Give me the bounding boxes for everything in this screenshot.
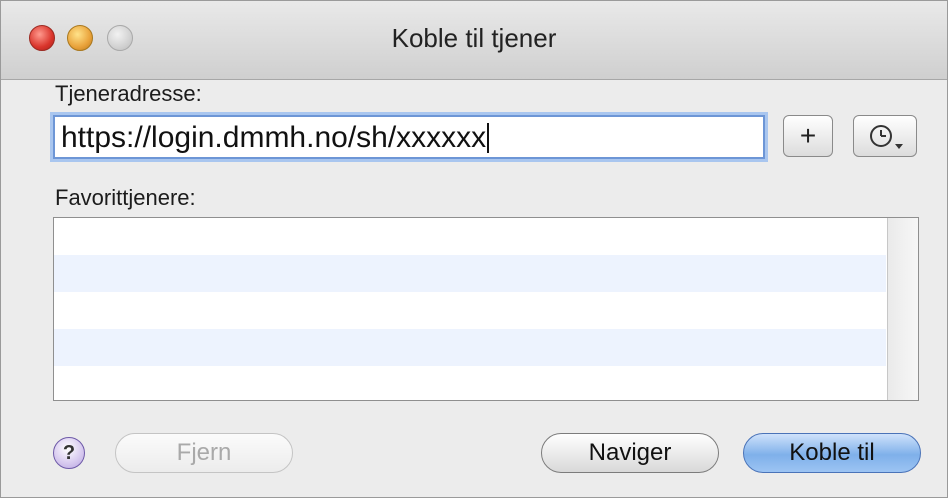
list-row[interactable]	[54, 366, 886, 400]
list-row[interactable]	[54, 218, 886, 255]
help-button[interactable]: ?	[53, 437, 85, 469]
server-address-value: https://login.dmmh.no/sh/xxxxxx	[61, 121, 487, 154]
remove-button[interactable]: Fjern	[115, 433, 293, 473]
window-title: Koble til tjener	[391, 23, 557, 53]
server-address-input[interactable]: https://login.dmmh.no/sh/xxxxxx	[53, 115, 765, 159]
list-row[interactable]	[54, 329, 886, 366]
text-caret	[487, 123, 490, 153]
plus-icon: +	[799, 120, 817, 151]
server-address-label: Tjeneradresse:	[55, 81, 202, 106]
add-favorite-button[interactable]: +	[783, 115, 833, 157]
connect-to-server-window: Koble til tjener Tjeneradresse: https://…	[0, 0, 948, 498]
list-row[interactable]	[54, 255, 886, 292]
recent-servers-button[interactable]	[853, 115, 917, 157]
question-mark-icon: ?	[62, 442, 76, 464]
list-row[interactable]	[54, 292, 886, 329]
connect-button[interactable]: Koble til	[743, 433, 921, 473]
clock-icon	[870, 125, 903, 149]
list-scrollbar[interactable]	[887, 218, 918, 400]
title-bar: Koble til tjener	[1, 1, 947, 80]
favorite-servers-label: Favorittjenere:	[55, 185, 196, 210]
favorite-servers-list[interactable]	[53, 217, 919, 401]
browse-button[interactable]: Naviger	[541, 433, 719, 473]
